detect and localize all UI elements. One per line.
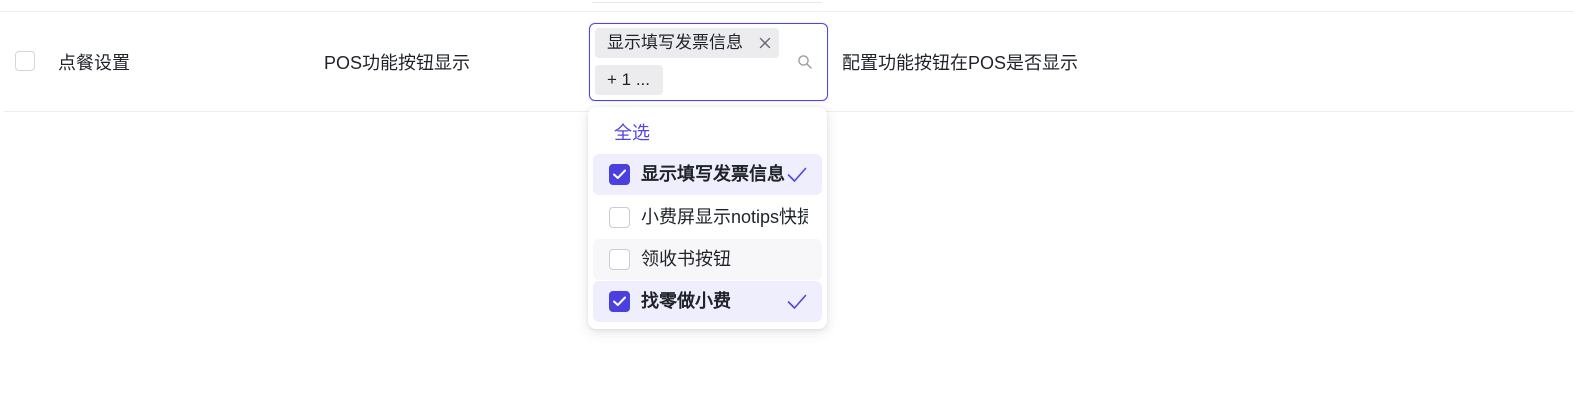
option-label: 领收书按钮 <box>641 249 731 269</box>
setting-category: 点餐设置 <box>58 53 130 73</box>
setting-description: 配置功能按钮在POS是否显示 <box>842 53 1079 73</box>
more-tags-indicator[interactable]: + 1 ... <box>595 65 663 95</box>
function-button-multi-select[interactable]: 显示填写发票信息 + 1 ... <box>589 23 828 101</box>
option-checkbox[interactable] <box>609 291 630 312</box>
option-label: 找零做小费 <box>641 291 731 311</box>
selected-tag: 显示填写发票信息 <box>595 28 779 58</box>
check-icon <box>787 294 807 309</box>
search-icon <box>798 55 812 69</box>
top-divider-fragment <box>592 0 822 3</box>
more-tags-label: + 1 ... <box>607 70 650 89</box>
row-top-divider <box>0 11 1574 12</box>
settings-table: 点餐设置 POS功能按钮显示 显示填写发票信息 + 1 ... 配置功能按钮在P… <box>0 0 1574 402</box>
setting-name: POS功能按钮显示 <box>324 53 471 73</box>
option-checkbox[interactable] <box>609 249 630 270</box>
multi-select-dropdown: 全选 显示填写发票信息 小费屏显示notips快捷 领收书按钮 找零做小费 <box>588 107 827 329</box>
check-icon <box>787 167 807 182</box>
dropdown-option[interactable]: 找零做小费 <box>593 281 822 322</box>
option-label: 显示填写发票信息 <box>641 164 785 184</box>
select-all-button[interactable]: 全选 <box>614 121 650 145</box>
row-select-checkbox[interactable] <box>15 51 35 71</box>
close-icon[interactable] <box>757 28 773 58</box>
option-label: 小费屏显示notips快捷 <box>641 207 808 227</box>
selected-tag-label: 显示填写发票信息 <box>607 33 743 52</box>
dropdown-option[interactable]: 显示填写发票信息 <box>593 154 822 195</box>
dropdown-option[interactable]: 领收书按钮 <box>593 239 822 280</box>
option-checkbox[interactable] <box>609 164 630 185</box>
dropdown-option[interactable]: 小费屏显示notips快捷 <box>593 197 822 238</box>
option-checkbox[interactable] <box>609 207 630 228</box>
